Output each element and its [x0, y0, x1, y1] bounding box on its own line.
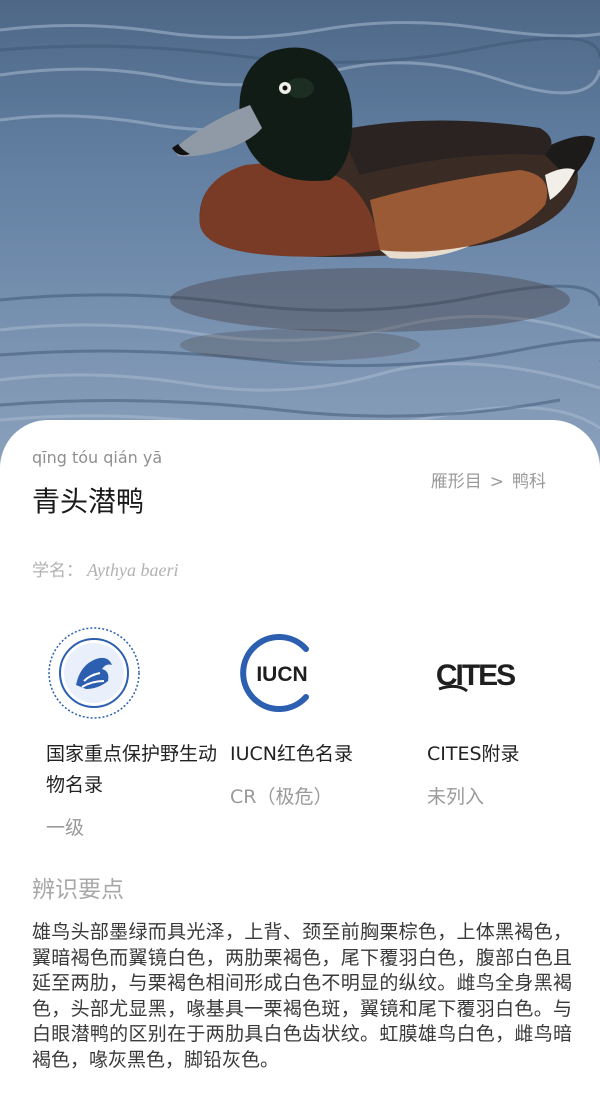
status-title: 国家重点保护野生动物名录: [46, 743, 218, 796]
duck-on-water-illustration: [0, 20, 600, 431]
iucn-logo-text: IUCN: [256, 663, 307, 686]
status-value: CR（极危）: [230, 786, 333, 808]
species-name: 青头潜鸭: [32, 485, 145, 518]
status-value: 未列入: [427, 786, 485, 808]
status-national-protection[interactable]: 国家重点保护野生动物名录 一级: [46, 625, 226, 840]
features-text: 雄鸟头部墨绿而具光泽，上背、颈至前胸栗棕色，上体黑褐色，翼暗褐色而翼镜白色，两肋…: [32, 921, 572, 1071]
cites-logo-icon: CITES: [436, 659, 517, 693]
status-title: CITES附录: [427, 743, 520, 765]
status-title: IUCN红色名录: [230, 743, 353, 765]
taxonomy-order[interactable]: 雁形目: [431, 472, 482, 492]
taxonomy-family[interactable]: 鸭科: [512, 472, 546, 492]
hero-photo: [0, 0, 600, 470]
scientific-name-label: 学名：: [32, 561, 83, 581]
status-value: 一级: [46, 817, 85, 839]
iucn-logo-icon: IUCN: [240, 634, 309, 712]
features-heading: 辨识要点: [32, 877, 124, 903]
china-wildlife-protection-logo-icon: [48, 627, 140, 719]
taxonomy-breadcrumb: 雁形目 > 鸭科: [431, 467, 546, 492]
scientific-name: Aythya baeri: [87, 560, 179, 580]
status-cites[interactable]: CITES CITES附录 未列入: [427, 625, 600, 809]
status-iucn[interactable]: IUCN IUCN红色名录 CR（极危）: [230, 625, 410, 809]
breadcrumb-separator: >: [489, 472, 504, 492]
scientific-name-row: 学名： Aythya baeri: [32, 556, 178, 581]
species-pinyin: qīng tóu qián yā: [32, 448, 163, 467]
